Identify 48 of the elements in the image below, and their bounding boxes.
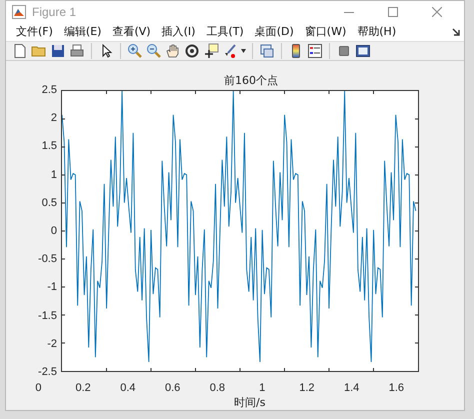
y-tick-label: 2.5 [42,83,57,97]
dock-arrow-icon[interactable] [452,28,460,36]
menu-item[interactable]: 工具(T) [206,24,244,40]
y-tick-label: 2 [50,111,57,126]
menu-item[interactable]: 桌面(D) [254,24,294,40]
data-cursor-icon[interactable] [203,42,219,59]
x-tick-label: 1.2 [299,382,315,394]
y-tick-label: 0.5 [42,196,57,210]
x-tick-label: 0.8 [210,382,226,394]
plot-title: 前160个点 [224,73,278,88]
y-tick-label: -0.5 [38,252,57,266]
brush-icon[interactable] [222,42,238,59]
app-icon [12,4,26,19]
save-icon[interactable] [50,42,66,59]
caret-icon[interactable] [241,48,246,53]
x-tick-label: 0.2 [75,382,91,394]
y-tick-label: -2.5 [38,364,57,379]
menu-item[interactable]: 帮助(H) [357,24,396,40]
menu-item[interactable]: 窗口(W) [304,24,346,40]
x-tick-label: 1.4 [344,382,360,394]
x-axis-label: 时间/s [234,395,266,410]
new-file-icon[interactable] [12,42,28,59]
menu-item[interactable]: 查看(V) [112,24,151,40]
y-tick-label: -1.5 [38,308,57,322]
x-tick-label: 0.4 [120,382,136,394]
y-tick-label: -1 [47,280,57,294]
x-tick-label: 1.6 [388,382,404,394]
rotate-icon[interactable] [184,42,200,59]
close-icon[interactable] [432,6,442,17]
y-tick-label: 1.5 [42,139,57,154]
y-tick-label: 0 [50,224,57,238]
link-plot-icon[interactable] [259,42,275,59]
window-title: Figure 1 [32,4,76,19]
y-tick-label: -2 [47,336,57,351]
zoom-in-icon[interactable] [127,42,143,59]
x-tick-label: 1 [259,382,266,394]
x-tick-label: 0 [35,382,42,394]
hand-icon[interactable] [165,42,181,59]
printer-icon[interactable] [69,42,85,59]
maximize-icon[interactable] [388,6,398,17]
menu-item[interactable]: 编辑(E) [64,24,102,40]
menu-item[interactable]: 文件(F) [16,24,53,40]
legend-icon[interactable] [307,42,323,59]
panel-icon[interactable] [355,42,371,59]
menu-item[interactable]: 插入(I) [162,24,196,40]
zoom-out-icon[interactable] [146,42,162,59]
x-tick-label: 0.6 [164,382,180,394]
y-tick-label: 1 [50,168,57,182]
